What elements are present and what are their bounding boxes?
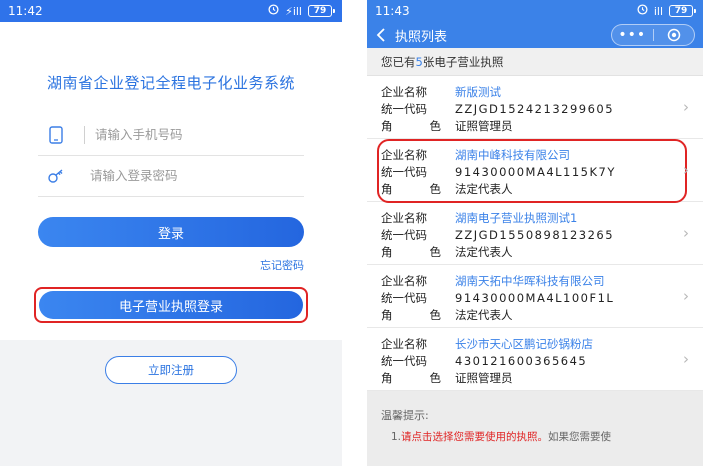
tips-section: 温馨提示: 1.请点击选择您需要使用的执照。如果您需要使 xyxy=(367,391,703,444)
unified-code: 91430000MA4L100F1L xyxy=(455,290,615,305)
battery-level: 79 xyxy=(313,6,327,16)
login-screen: 11:42 ⚡ill 79 湖南省企业登记全程电子化业务系统 登录 忘记密码 xyxy=(0,0,342,466)
chevron-right-icon: › xyxy=(683,350,689,368)
status-time: 11:42 xyxy=(8,4,43,18)
company-name: 湖南电子营业执照测试1 xyxy=(455,210,578,225)
role-label: 角色 xyxy=(381,370,441,385)
license-card[interactable]: 企业名称 新版测试 统一代码 ZZJGD1524213299605 角色证照管理员 … xyxy=(367,76,703,139)
tips-rest: 如果您需要使 xyxy=(548,431,612,443)
password-input[interactable] xyxy=(90,168,280,183)
company-name: 长沙市天心区鹏记砂锅粉店 xyxy=(455,336,593,351)
name-label: 企业名称 xyxy=(381,336,427,351)
name-label: 企业名称 xyxy=(381,84,427,99)
phone-input[interactable] xyxy=(95,127,285,142)
company-name: 新版测试 xyxy=(455,84,501,99)
status-bar: 11:42 ⚡ill 79 xyxy=(0,0,342,22)
tips-title: 温馨提示: xyxy=(381,409,429,422)
unified-code: ZZJGD1524213299605 xyxy=(455,101,615,116)
chevron-right-icon: › xyxy=(683,287,689,305)
code-label: 统一代码 xyxy=(381,227,427,242)
status-time: 11:43 xyxy=(375,4,410,18)
elicense-highlight: 电子营业执照登录 xyxy=(34,287,308,323)
password-field[interactable] xyxy=(38,155,304,197)
role-label: 角色 xyxy=(381,181,441,196)
nav-title: 执照列表 xyxy=(395,29,448,45)
tips-line: 1.请点击选择您需要使用的执照。如果您需要使 xyxy=(381,429,689,444)
field-divider xyxy=(84,125,85,144)
license-card[interactable]: 企业名称 长沙市天心区鹏记砂锅粉店 统一代码 430121600365645 角色证… xyxy=(367,328,703,391)
role-label: 角色 xyxy=(381,244,441,259)
unified-code: 430121600365645 xyxy=(455,353,588,368)
elicense-login-button[interactable]: 电子营业执照登录 xyxy=(39,291,303,319)
close-target-icon[interactable] xyxy=(653,28,694,42)
battery-level: 79 xyxy=(674,6,688,16)
status-icons: ⚡ill 79 xyxy=(268,4,335,18)
role-value: 法定代表人 xyxy=(455,181,513,196)
status-bar: 11:43 ill 79 xyxy=(367,0,703,22)
license-card[interactable]: 企业名称 湖南电子营业执照测试1 统一代码 ZZJGD1550898123265 角… xyxy=(367,202,703,265)
count-prefix: 您已有 xyxy=(381,54,416,69)
alarm-icon xyxy=(637,4,648,18)
login-panel: 湖南省企业登记全程电子化业务系统 登录 忘记密码 电子营业执照登录 xyxy=(0,22,342,340)
code-label: 统一代码 xyxy=(381,164,427,179)
signal-icon: ⚡ill xyxy=(285,4,302,18)
phone-field[interactable] xyxy=(38,114,304,156)
role-value: 证照管理员 xyxy=(455,370,513,385)
page-title: 湖南省企业登记全程电子化业务系统 xyxy=(46,74,295,92)
code-label: 统一代码 xyxy=(381,290,427,305)
code-label: 统一代码 xyxy=(381,101,427,116)
count-suffix: 张电子营业执照 xyxy=(422,54,504,69)
license-count: 您已有 5 张电子营业执照 xyxy=(367,48,703,76)
chevron-right-icon: › xyxy=(683,98,689,116)
login-button[interactable]: 登录 xyxy=(38,217,304,247)
role-value: 证照管理员 xyxy=(455,118,513,133)
register-button[interactable]: 立即注册 xyxy=(105,356,237,384)
nav-bar: 执照列表 ••• xyxy=(367,22,703,48)
chevron-right-icon: › xyxy=(683,161,689,179)
key-icon xyxy=(44,164,68,188)
role-label: 角色 xyxy=(381,118,441,133)
forgot-password-link[interactable]: 忘记密码 xyxy=(260,257,304,273)
miniapp-capsule: ••• xyxy=(611,24,695,46)
more-icon[interactable]: ••• xyxy=(612,27,653,43)
role-label: 角色 xyxy=(381,307,441,322)
role-value: 法定代表人 xyxy=(455,244,513,259)
signal-icon: ill xyxy=(653,4,663,18)
company-name: 湖南天拓中华晖科技有限公司 xyxy=(455,273,605,288)
back-arrow-icon[interactable] xyxy=(367,28,395,42)
count-number: 5 xyxy=(415,54,423,69)
phone-icon xyxy=(44,123,68,147)
battery-icon: 79 xyxy=(669,5,696,17)
chevron-right-icon: › xyxy=(683,224,689,242)
license-card[interactable]: 企业名称 湖南中峰科技有限公司 统一代码 91430000MA4L115K7Y 角色… xyxy=(367,139,703,203)
unified-code: 91430000MA4L115K7Y xyxy=(455,164,616,179)
tips-highlight: 请点击选择您需要使用的执照。 xyxy=(401,431,549,443)
code-label: 统一代码 xyxy=(381,353,427,368)
license-list-screen: 11:43 ill 79 执照列表 ••• 您已有 5 张电子营业执照 企业名称… xyxy=(367,0,703,466)
unified-code: ZZJGD1550898123265 xyxy=(455,227,615,242)
tips-number: 1. xyxy=(391,431,402,443)
name-label: 企业名称 xyxy=(381,147,427,162)
battery-icon: 79 xyxy=(308,5,335,17)
company-name: 湖南中峰科技有限公司 xyxy=(455,147,570,162)
license-list: 企业名称 新版测试 统一代码 ZZJGD1524213299605 角色证照管理员 … xyxy=(367,76,703,391)
name-label: 企业名称 xyxy=(381,210,427,225)
alarm-icon xyxy=(268,4,279,18)
role-value: 法定代表人 xyxy=(455,307,513,322)
status-icons: ill 79 xyxy=(637,4,696,18)
license-card[interactable]: 企业名称 湖南天拓中华晖科技有限公司 统一代码 91430000MA4L100F1L… xyxy=(367,265,703,328)
name-label: 企业名称 xyxy=(381,273,427,288)
